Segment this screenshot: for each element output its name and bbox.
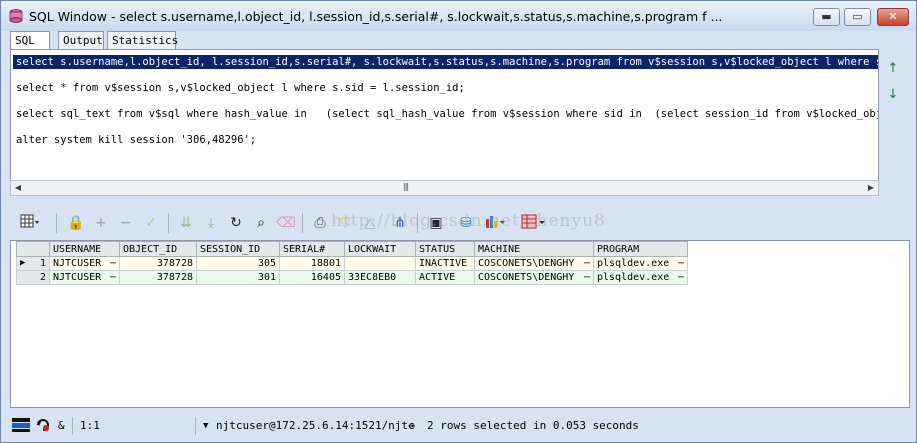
editor-horizontal-scrollbar[interactable]: ◀ ||| ▶ (10, 180, 879, 196)
col-header-serial[interactable]: SERIAL# (279, 241, 345, 257)
autocommit-icon[interactable] (35, 417, 51, 436)
cell-session-id[interactable]: 305 (196, 256, 280, 271)
table-row[interactable]: ▶ 1 NJTCUSER ⋯ 378728 305 18801 INACTIVE C… (16, 256, 688, 271)
col-header-lockwait[interactable]: LOCKWAIT (344, 241, 416, 257)
tab-statistics[interactable]: Statistics (107, 31, 178, 50)
status-bar: & 1:1 ▼ njtcuser@172.25.6.14:1521/njtc ⇥… (10, 415, 910, 437)
connection-string[interactable]: njtcuser@172.25.6.14:1521/njtc (216, 419, 415, 432)
substitution-icon[interactable]: & (58, 419, 65, 432)
table-row[interactable]: 2 NJTCUSER ⋯ 378728 301 16405 33EC8EB0 AC… (16, 270, 688, 285)
cell-program[interactable]: plsqldev.exe ⋯ (593, 256, 688, 271)
cursor-position: 1:1 (80, 419, 100, 432)
watermark-text: http://blog.csdn.net/zhenyu8 (331, 211, 606, 231)
scroll-right-icon[interactable]: ▶ (866, 183, 876, 193)
last-page-icon[interactable]: ⤓ (201, 213, 221, 233)
scroll-left-icon[interactable]: ◀ (13, 183, 23, 193)
col-header-machine[interactable]: MACHINE (474, 241, 594, 257)
ellipsis-button-icon[interactable]: ⋯ (678, 258, 684, 269)
col-header-object-id[interactable]: OBJECT_ID (119, 241, 197, 257)
sql-editor[interactable]: select s.username,l.object_id, l.session… (10, 49, 879, 181)
ellipsis-button-icon[interactable]: ⋯ (110, 258, 116, 269)
cell-machine[interactable]: COSCONETS\DENGHY ⋯ (474, 270, 594, 285)
sql-window: SQL Window - select s.username,l.object_… (0, 0, 917, 443)
results-grid[interactable]: USERNAME OBJECT_ID SESSION_ID SERIAL# LO… (10, 240, 910, 408)
grid-menu-icon[interactable] (20, 213, 40, 233)
code-line-4[interactable]: alter system kill session '306,48296'; (16, 134, 256, 146)
grid-header-row: USERNAME OBJECT_ID SESSION_ID SERIAL# LO… (16, 241, 688, 257)
database-app-icon (9, 9, 23, 23)
refresh-icon[interactable]: ↻ (226, 213, 246, 233)
clear-icon[interactable]: ⌫ (276, 213, 296, 233)
minimize-button[interactable]: ▬ (813, 8, 840, 26)
cell-username[interactable]: NJTCUSER ⋯ (49, 256, 120, 271)
title-bar[interactable]: SQL Window - select s.username,l.object_… (1, 1, 916, 31)
ellipsis-button-icon[interactable]: ⋯ (678, 272, 684, 283)
col-header-session-id[interactable]: SESSION_ID (196, 241, 280, 257)
delete-record-icon[interactable]: − (116, 213, 136, 233)
window-title: SQL Window - select s.username,l.object_… (29, 9, 723, 24)
plug-icon: ⇥ (408, 419, 415, 432)
cell-status[interactable]: INACTIVE (415, 256, 475, 271)
status-message: 2 rows selected in 0.053 seconds (427, 419, 639, 432)
ellipsis-button-icon[interactable]: ⋯ (584, 258, 590, 269)
find-icon[interactable]: ⌕ (251, 213, 271, 233)
cell-object-id[interactable]: 378728 (119, 256, 197, 271)
arrow-up-icon[interactable]: ↑ (885, 61, 901, 77)
cell-username[interactable]: NJTCUSER ⋯ (49, 270, 120, 285)
cell-machine[interactable]: COSCONETS\DENGHY ⋯ (474, 256, 594, 271)
col-header-username[interactable]: USERNAME (49, 241, 120, 257)
arrow-down-icon[interactable]: ↓ (885, 87, 901, 103)
post-record-icon[interactable]: ✓ (141, 213, 161, 233)
grid-corner (16, 241, 50, 257)
next-page-icon[interactable]: ⇊ (176, 213, 196, 233)
print-icon[interactable]: ⎙ (310, 213, 330, 233)
code-line-1[interactable]: select s.username,l.object_id, l.session… (13, 55, 878, 69)
cell-lockwait[interactable] (344, 256, 416, 271)
cell-object-id[interactable]: 378728 (119, 270, 197, 285)
cell-status[interactable]: ACTIVE (415, 270, 475, 285)
col-header-program[interactable]: PROGRAM (593, 241, 688, 257)
cell-session-id[interactable]: 301 (196, 270, 280, 285)
close-button[interactable]: ✕ (877, 8, 909, 26)
code-line-2[interactable]: select * from v$session s,v$locked_objec… (16, 82, 465, 94)
cell-serial[interactable]: 16405 (279, 270, 345, 285)
tab-output[interactable]: Output (58, 31, 104, 50)
cell-lockwait[interactable]: 33EC8EB0 (344, 270, 416, 285)
transaction-icon[interactable] (12, 417, 30, 436)
connection-dropdown-icon[interactable]: ▼ (203, 421, 208, 431)
row-number[interactable]: 2 (16, 270, 50, 285)
scroll-thumb-grip-icon[interactable]: ||| (403, 182, 409, 191)
add-record-icon[interactable]: + (91, 213, 111, 233)
code-line-3[interactable]: select sql_text from v$sql where hash_va… (16, 108, 878, 120)
ellipsis-button-icon[interactable]: ⋯ (110, 272, 116, 283)
cell-serial[interactable]: 18801 (279, 256, 345, 271)
current-row-indicator-icon: ▶ (20, 258, 26, 268)
cell-program[interactable]: plsqldev.exe ⋯ (593, 270, 688, 285)
lock-icon[interactable]: 🔒 (66, 213, 86, 233)
ellipsis-button-icon[interactable]: ⋯ (584, 272, 590, 283)
row-number[interactable]: ▶ 1 (16, 256, 50, 271)
maximize-button[interactable]: ▭ (844, 8, 871, 26)
tab-sql[interactable]: SQL (10, 31, 50, 51)
col-header-status[interactable]: STATUS (415, 241, 475, 257)
